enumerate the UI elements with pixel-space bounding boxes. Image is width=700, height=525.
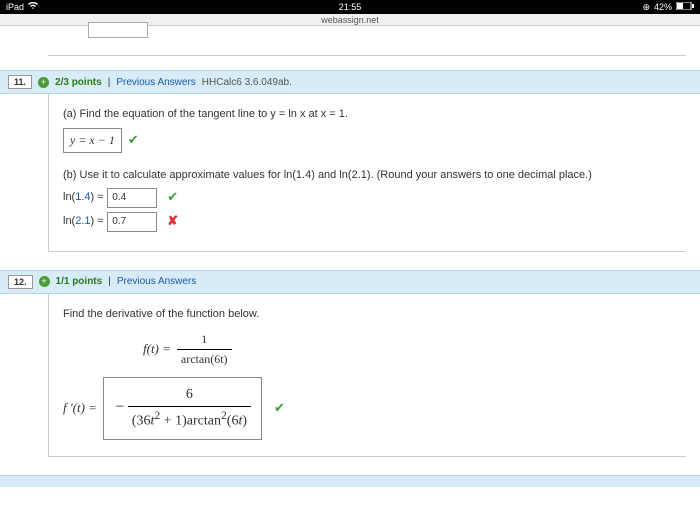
previous-answers-link[interactable]: Previous Answers xyxy=(117,276,196,287)
check-icon: ✔ xyxy=(274,398,285,419)
ln-post: ) ≈ xyxy=(91,215,104,227)
ln14-row: ln(1.4) ≈ 0.4 ✔ xyxy=(63,187,672,208)
separator: | xyxy=(108,276,111,287)
derivative-answer[interactable]: − 6 (36t2 + 1)arctan2(6t) xyxy=(103,377,262,440)
part-a-answer[interactable]: y = x − 1 xyxy=(63,128,122,153)
points-label: 2/3 points xyxy=(55,77,102,88)
ipad-status-bar: iPad 21:55 ⊕ 42% xyxy=(0,0,700,14)
clock: 21:55 xyxy=(339,2,362,12)
ln-post: ) ≈ xyxy=(91,191,104,203)
ln21-row: ln(2.1) ≈ 0.7 ✘ xyxy=(63,211,672,232)
points-label: 1/1 points xyxy=(56,276,103,287)
device-label: iPad xyxy=(6,2,24,12)
question-number: 12. xyxy=(8,275,33,289)
ln-pre: ln( xyxy=(63,215,75,227)
question-12-header: 12. + 1/1 points | Previous Answers xyxy=(0,270,700,294)
answer-input-stub[interactable] xyxy=(88,22,148,38)
fraction-numerator: 1 xyxy=(177,330,232,350)
question-13-header: 13. xyxy=(0,475,700,487)
check-icon: ✔ xyxy=(128,130,139,151)
fraction-denominator: (36t2 + 1)arctan2(6t) xyxy=(128,407,251,433)
part-a-prompt: (a) Find the equation of the tangent lin… xyxy=(63,106,672,124)
question-number: 11. xyxy=(8,75,32,89)
cross-icon: ✘ xyxy=(167,211,178,232)
expand-icon[interactable]: + xyxy=(38,77,49,88)
f-label: f(t) = xyxy=(143,339,171,360)
orientation-lock-icon: ⊕ xyxy=(642,2,650,13)
fprime-label: f '(t) = xyxy=(63,398,97,419)
question-12-body: Find the derivative of the function belo… xyxy=(48,294,686,457)
ln-pre: ln( xyxy=(63,191,75,203)
battery-icon xyxy=(676,2,694,12)
separator: | xyxy=(108,77,111,88)
question-11-header: 11. + 2/3 points | Previous Answers HHCa… xyxy=(0,70,700,94)
fraction-denominator: arctan(6t) xyxy=(177,350,232,369)
ln-arg: 1.4 xyxy=(75,191,90,203)
expand-icon[interactable]: + xyxy=(39,276,50,287)
f-expression: 1 arctan(6t) xyxy=(177,330,232,369)
derivative-row: f '(t) = − 6 (36t2 + 1)arctan2(6t) ✔ xyxy=(63,377,672,440)
part-b-prompt: (b) Use it to calculate approximate valu… xyxy=(63,167,672,185)
question-11-body: (a) Find the equation of the tangent lin… xyxy=(48,94,686,252)
wifi-icon xyxy=(28,2,38,12)
ln-arg: 2.1 xyxy=(75,215,90,227)
page-content: 11. + 2/3 points | Previous Answers HHCa… xyxy=(0,32,700,487)
previous-answers-link[interactable]: Previous Answers xyxy=(116,77,195,88)
battery-percent: 42% xyxy=(654,2,672,12)
ln14-input[interactable]: 0.4 xyxy=(107,188,157,208)
fraction-numerator: 6 xyxy=(128,384,251,407)
previous-question-fragment xyxy=(48,32,686,56)
question-source: HHCalc6 3.6.049ab. xyxy=(202,77,292,88)
q12-prompt: Find the derivative of the function belo… xyxy=(63,306,672,324)
check-icon: ✔ xyxy=(167,187,178,208)
ln21-input[interactable]: 0.7 xyxy=(107,212,157,232)
